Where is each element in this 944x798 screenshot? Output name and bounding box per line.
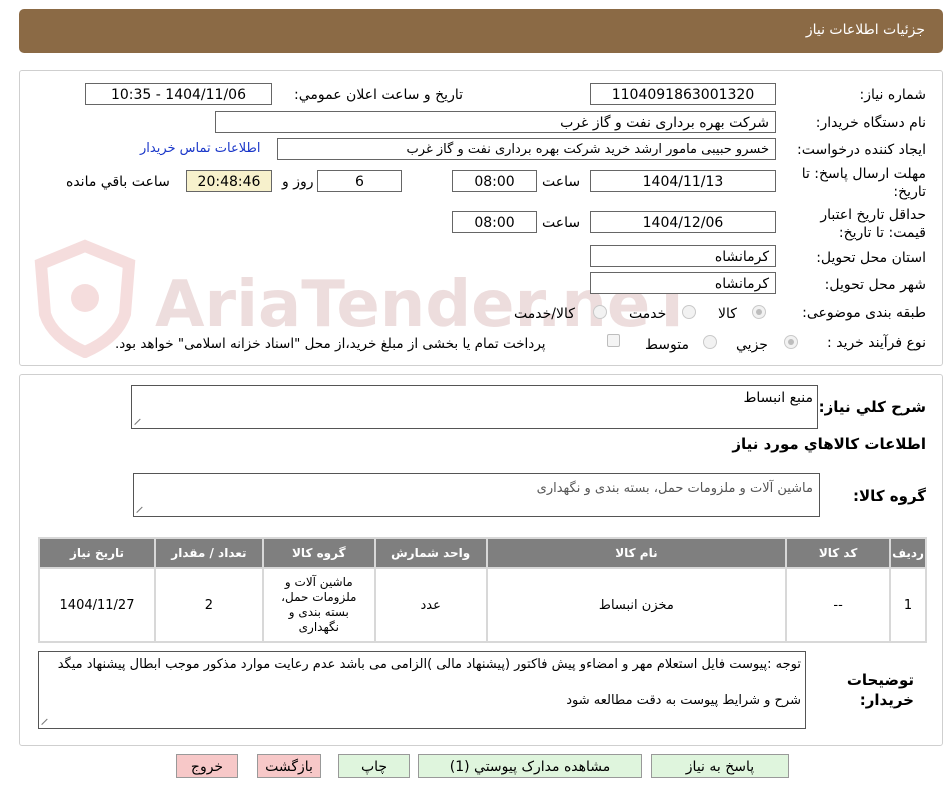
goods-group-textarea[interactable]: ماشین آلات و ملزومات حمل، بسته بندی و نگ… xyxy=(133,473,820,517)
goods-group-label: گروه کالا: xyxy=(853,487,926,505)
resize-grip-icon[interactable] xyxy=(137,505,145,513)
buyer-notes-line2: شرح و شرایط پیوست به دقت مطالعه شود xyxy=(566,693,801,708)
general-desc-label: شرح کلي نیاز: xyxy=(818,398,926,416)
validity-time-field: 08:00 xyxy=(452,211,537,233)
cell-unit: عدد xyxy=(375,569,486,641)
exit-button[interactable]: خروج xyxy=(176,754,238,778)
resize-grip-icon[interactable] xyxy=(42,717,50,725)
city-label: شهر محل تحویل: xyxy=(824,277,926,293)
col-header: تاریخ نیاز xyxy=(40,539,154,567)
reply-button[interactable]: پاسخ به نیاز xyxy=(651,754,789,778)
city-field: کرمانشاه xyxy=(590,272,776,294)
category-goods-label: کالا xyxy=(718,306,737,322)
province-field: کرمانشاه xyxy=(590,245,776,267)
col-header: کد کالا xyxy=(787,539,890,567)
page-header: جزئیات اطلاعات نیاز xyxy=(19,9,943,53)
page-title: جزئیات اطلاعات نیاز xyxy=(805,22,925,38)
treasury-payment-note: پرداخت تمام یا بخشی از مبلغ خرید،از محل … xyxy=(115,336,546,352)
col-header: نام کالا xyxy=(487,539,786,567)
cell-row-number: 1 xyxy=(891,569,925,641)
table-row: 1 -- مخزن انبساط عدد ماشین آلات و ملزوما… xyxy=(40,569,925,641)
buyer-notes-label: توضیحات خریدار: xyxy=(846,671,914,709)
validity-time-label: ساعت xyxy=(542,215,581,231)
treasury-payment-checkbox[interactable] xyxy=(607,334,620,347)
col-header: واحد شمارش xyxy=(375,539,486,567)
col-header: گروه کالا xyxy=(263,539,374,567)
process-small-label: جزیي xyxy=(736,337,768,353)
deadline-time-field: 08:00 xyxy=(452,170,537,192)
table-header-row: ردیف کد کالا نام کالا واحد شمارش گروه کا… xyxy=(40,539,925,567)
deadline-date-field: 1404/11/13 xyxy=(590,170,776,192)
deadline-label: مهلت ارسال پاسخ: تا تاریخ: xyxy=(801,166,926,200)
category-goods-radio[interactable] xyxy=(752,305,766,319)
buyer-notes-line1: توجه :پیوست فایل استعلام مهر و امضاءو پی… xyxy=(57,657,801,672)
buyer-contact-link[interactable]: اطلاعات تماس خریدار xyxy=(140,141,260,156)
cell-item-code: -- xyxy=(787,569,890,641)
process-medium-radio[interactable] xyxy=(703,335,717,349)
days-label: روز و xyxy=(282,174,314,190)
col-header: ردیف xyxy=(891,539,925,567)
cell-item-group: ماشین آلات و ملزومات حمل، بسته بندی و نگ… xyxy=(263,569,374,641)
buyer-org-label: نام دستگاه خریدار: xyxy=(815,115,926,131)
process-small-radio[interactable] xyxy=(784,335,798,349)
category-label: طبقه بندی موضوعی: xyxy=(802,305,926,321)
buyer-notes-textarea[interactable]: توجه :پیوست فایل استعلام مهر و امضاءو پی… xyxy=(38,651,806,729)
cell-need-date: 1404/11/27 xyxy=(40,569,154,641)
need-number-label: شماره نیاز: xyxy=(859,87,927,103)
resize-grip-icon[interactable] xyxy=(135,417,143,425)
validity-label: حداقل تاریخ اعتبار قیمت: تا تاریخ: xyxy=(820,207,926,241)
general-desc-textarea[interactable]: منبع انبساط xyxy=(131,385,818,429)
goods-info-title: اطلاعات کالاهاي مورد نیاز xyxy=(732,435,926,453)
goods-group-text: ماشین آلات و ملزومات حمل، بسته بندی و نگ… xyxy=(536,481,813,496)
validity-date-field: 1404/12/06 xyxy=(590,211,776,233)
view-attachments-button[interactable]: مشاهده مدارک پیوستي (1) xyxy=(418,754,642,778)
process-type-label: نوع فرآیند خرید : xyxy=(827,335,926,351)
category-service-radio[interactable] xyxy=(682,305,696,319)
cell-quantity: 2 xyxy=(156,569,262,641)
announce-label: تاریخ و ساعت اعلان عمومي: xyxy=(294,87,463,103)
province-label: استان محل تحویل: xyxy=(816,250,926,266)
buyer-org-field: شرکت بهره برداری نفت و گاز غرب xyxy=(215,111,776,133)
requester-label: ایجاد کننده درخواست: xyxy=(797,142,926,158)
category-service-label: خدمت xyxy=(629,306,667,322)
print-button[interactable]: چاپ xyxy=(338,754,410,778)
category-goods-service-label: کالا/خدمت xyxy=(514,306,575,322)
process-medium-label: متوسط xyxy=(645,337,689,353)
need-number-field: 1104091863001320 xyxy=(590,83,776,105)
requester-field: خسرو حبیبی مامور ارشد خرید شرکت بهره برد… xyxy=(277,138,776,160)
remaining-time-field: 20:48:46 xyxy=(186,170,272,192)
category-goods-service-radio[interactable] xyxy=(593,305,607,319)
days-remaining-field: 6 xyxy=(317,170,402,192)
announce-datetime-field: 1404/11/06 - 10:35 xyxy=(85,83,272,105)
goods-table: ردیف کد کالا نام کالا واحد شمارش گروه کا… xyxy=(38,537,927,643)
col-header: تعداد / مقدار xyxy=(156,539,262,567)
cell-item-name: مخزن انبساط xyxy=(487,569,786,641)
back-button[interactable]: بازگشت xyxy=(257,754,321,778)
general-desc-text: منبع انبساط xyxy=(743,390,813,406)
deadline-time-label: ساعت xyxy=(542,174,581,190)
remaining-time-label: ساعت باقي مانده xyxy=(66,174,170,190)
